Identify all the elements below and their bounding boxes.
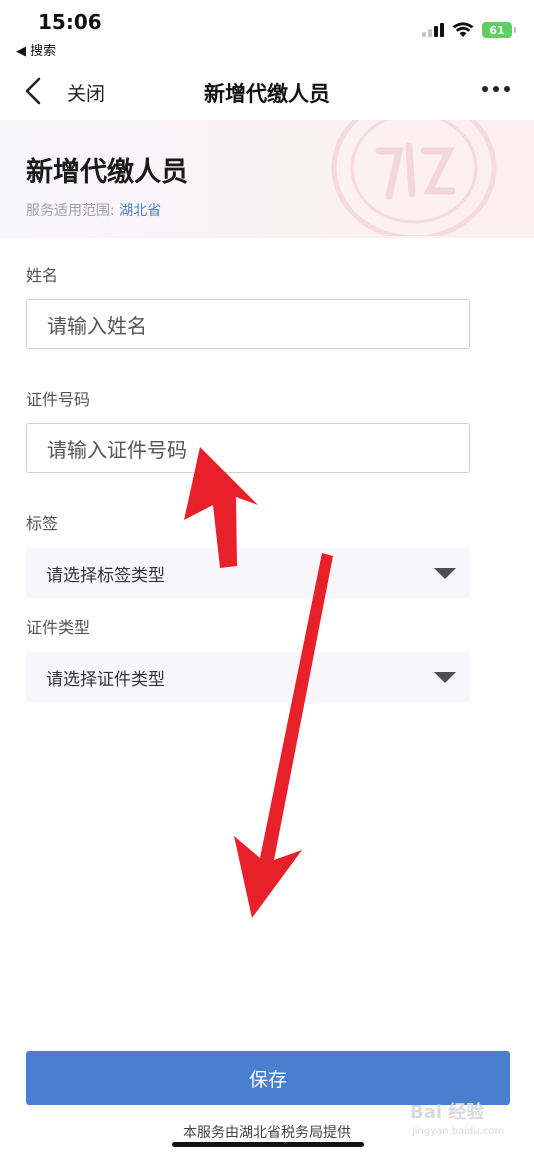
name-label: 姓名: [26, 266, 59, 285]
caret-down-icon: [434, 568, 456, 579]
tax-emblem-watermark-icon: [331, 120, 497, 236]
baidu-jingyan-watermark: Bai 经验: [410, 1102, 485, 1123]
id-type-select-value: 请选择证件类型: [46, 669, 165, 690]
tag-select[interactable]: 请选择标签类型: [26, 548, 470, 598]
battery-icon: 61: [482, 22, 516, 38]
id-number-input[interactable]: 请输入证件号码: [26, 423, 470, 473]
cellular-signal-icon: [422, 23, 444, 37]
id-type-label: 证件类型: [26, 618, 91, 637]
status-icons: 61: [422, 22, 516, 38]
more-icon[interactable]: [482, 86, 510, 92]
status-time: 15:06: [38, 10, 102, 34]
annotation-arrow-down: [234, 553, 333, 918]
service-scope: 服务适用范围: 湖北省: [26, 200, 161, 220]
caret-down-icon: [434, 672, 456, 683]
id-type-select[interactable]: 请选择证件类型: [26, 652, 470, 702]
name-input[interactable]: 请输入姓名: [26, 299, 470, 349]
scope-value: 湖北省: [119, 203, 162, 219]
tag-label: 标签: [26, 514, 59, 533]
service-provider-note: 本服务由湖北省税务局提供: [183, 1125, 351, 1141]
scope-label: 服务适用范围:: [26, 203, 120, 219]
home-indicator[interactable]: [172, 1142, 364, 1147]
close-button[interactable]: 关闭: [67, 79, 105, 106]
wifi-icon: [452, 22, 474, 37]
chevron-left-icon[interactable]: [20, 76, 48, 106]
back-to-search-link[interactable]: ◀ 搜索: [16, 40, 56, 59]
tag-select-value: 请选择标签类型: [46, 565, 165, 586]
save-button[interactable]: 保存: [26, 1051, 510, 1105]
page-heading: 新增代缴人员: [26, 157, 188, 188]
id-number-label: 证件号码: [26, 390, 91, 409]
